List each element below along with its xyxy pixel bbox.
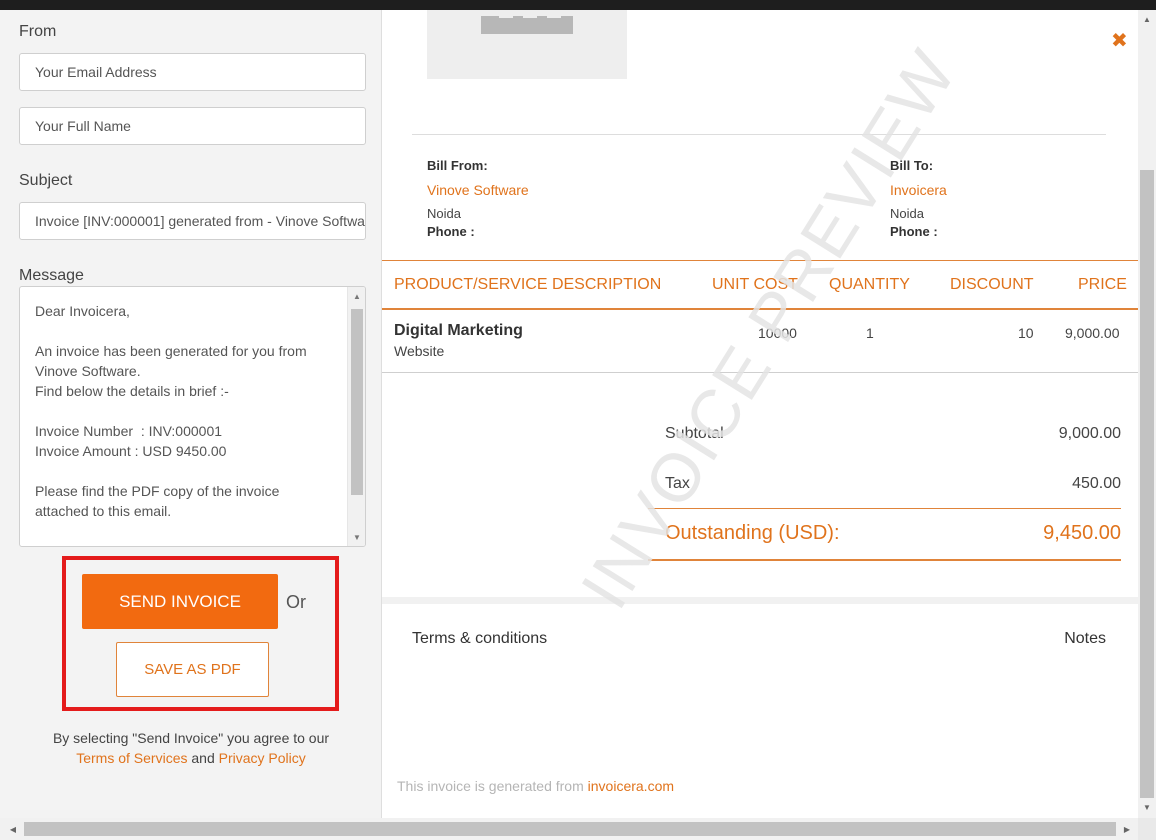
bill-from-heading: Bill From: <box>427 158 488 173</box>
subtotal-value: 9,000.00 <box>1058 425 1121 442</box>
bill-to-name: Invoicera <box>890 182 947 198</box>
from-label: From <box>19 23 57 40</box>
bill-to-heading: Bill To: <box>890 158 934 173</box>
terms-heading: Terms & conditions <box>412 630 548 647</box>
scroll-right-icon[interactable]: ▶ <box>1118 820 1136 838</box>
email-input[interactable]: Your Email Address <box>19 53 366 91</box>
items-divider <box>382 372 1138 373</box>
item-unit-cost: 10000 <box>758 325 797 341</box>
message-label: Message <box>19 267 84 284</box>
subject-label: Subject <box>19 172 73 189</box>
summary-divider <box>648 508 1121 509</box>
save-as-pdf-button[interactable]: SAVE AS PDF <box>116 642 269 697</box>
bill-from-name: Vinove Software <box>427 182 529 198</box>
column-price: PRICE <box>1078 276 1127 293</box>
or-text: Or <box>286 592 306 612</box>
terms-of-services-link[interactable]: Terms of Services <box>76 750 187 766</box>
and-text: and <box>191 750 215 766</box>
item-quantity: 1 <box>866 325 874 341</box>
bill-to-phone: Phone : <box>890 224 938 239</box>
invoice-preview-panel: ✖ Bill From: Vinove Software Noida Phone… <box>382 10 1138 818</box>
logo-icon <box>481 10 573 34</box>
full-name-input[interactable]: Your Full Name <box>19 107 366 145</box>
tax-value: 450.00 <box>1072 475 1121 492</box>
vertical-scroll-thumb[interactable] <box>1140 170 1154 798</box>
message-scroll-thumb[interactable] <box>351 309 363 495</box>
outstanding-label: Outstanding (USD): <box>665 522 840 544</box>
notes-heading: Notes <box>1064 630 1106 647</box>
scroll-up-icon[interactable]: ▲ <box>348 287 365 305</box>
item-discount: 10 <box>1018 325 1034 341</box>
footer-text: This invoice is generated from invoicera… <box>397 778 674 794</box>
scroll-down-icon[interactable]: ▼ <box>1138 798 1156 816</box>
item-description: Website <box>394 343 445 359</box>
agreement-text: By selecting "Send Invoice" you agree to… <box>0 728 382 768</box>
items-table-header: PRODUCT/SERVICE DESCRIPTION UNIT COST QU… <box>382 260 1138 310</box>
outstanding-underline <box>648 559 1121 561</box>
outstanding-value: 9,450.00 <box>1043 522 1121 544</box>
bill-from-city: Noida <box>427 206 461 221</box>
horizontal-scroll-thumb[interactable] <box>24 822 1116 836</box>
header-divider <box>412 134 1106 135</box>
message-text: Dear Invoicera, An invoice has been gene… <box>35 303 307 546</box>
scroll-left-icon[interactable]: ◀ <box>4 820 22 838</box>
message-scrollbar[interactable]: ▲ ▼ <box>347 287 365 546</box>
close-icon[interactable]: ✖ <box>1111 28 1128 53</box>
subject-input[interactable]: Invoice [INV:000001] generated from - Vi… <box>19 202 366 240</box>
company-logo-placeholder <box>427 10 627 79</box>
subtotal-label: Subtotal <box>665 425 724 442</box>
preview-vertical-scrollbar[interactable]: ▲ ▼ <box>1138 10 1156 818</box>
scrollbar-corner <box>1138 818 1156 840</box>
bill-to-city: Noida <box>890 206 924 221</box>
agreement-sentence: By selecting "Send Invoice" you agree to… <box>52 730 330 746</box>
section-divider <box>382 597 1138 604</box>
scroll-down-icon[interactable]: ▼ <box>348 528 365 546</box>
invoicera-link[interactable]: invoicera.com <box>588 778 674 794</box>
column-description: PRODUCT/SERVICE DESCRIPTION <box>394 276 662 293</box>
horizontal-scrollbar[interactable]: ◀ ▶ <box>0 818 1138 840</box>
column-unit-cost: UNIT COST <box>712 276 798 293</box>
scroll-up-icon[interactable]: ▲ <box>1138 10 1156 28</box>
window-top-bar <box>0 0 1156 10</box>
footer-sentence: This invoice is generated from <box>397 778 584 794</box>
column-quantity: QUANTITY <box>829 276 910 293</box>
item-price: 9,000.00 <box>1065 325 1120 341</box>
message-textarea[interactable]: Dear Invoicera, An invoice has been gene… <box>19 286 366 547</box>
item-name: Digital Marketing <box>394 322 523 339</box>
send-invoice-button[interactable]: SEND INVOICE <box>82 574 278 629</box>
privacy-policy-link[interactable]: Privacy Policy <box>219 750 306 766</box>
column-discount: DISCOUNT <box>950 276 1034 293</box>
tax-label: Tax <box>665 475 690 492</box>
bill-from-phone: Phone : <box>427 224 475 239</box>
